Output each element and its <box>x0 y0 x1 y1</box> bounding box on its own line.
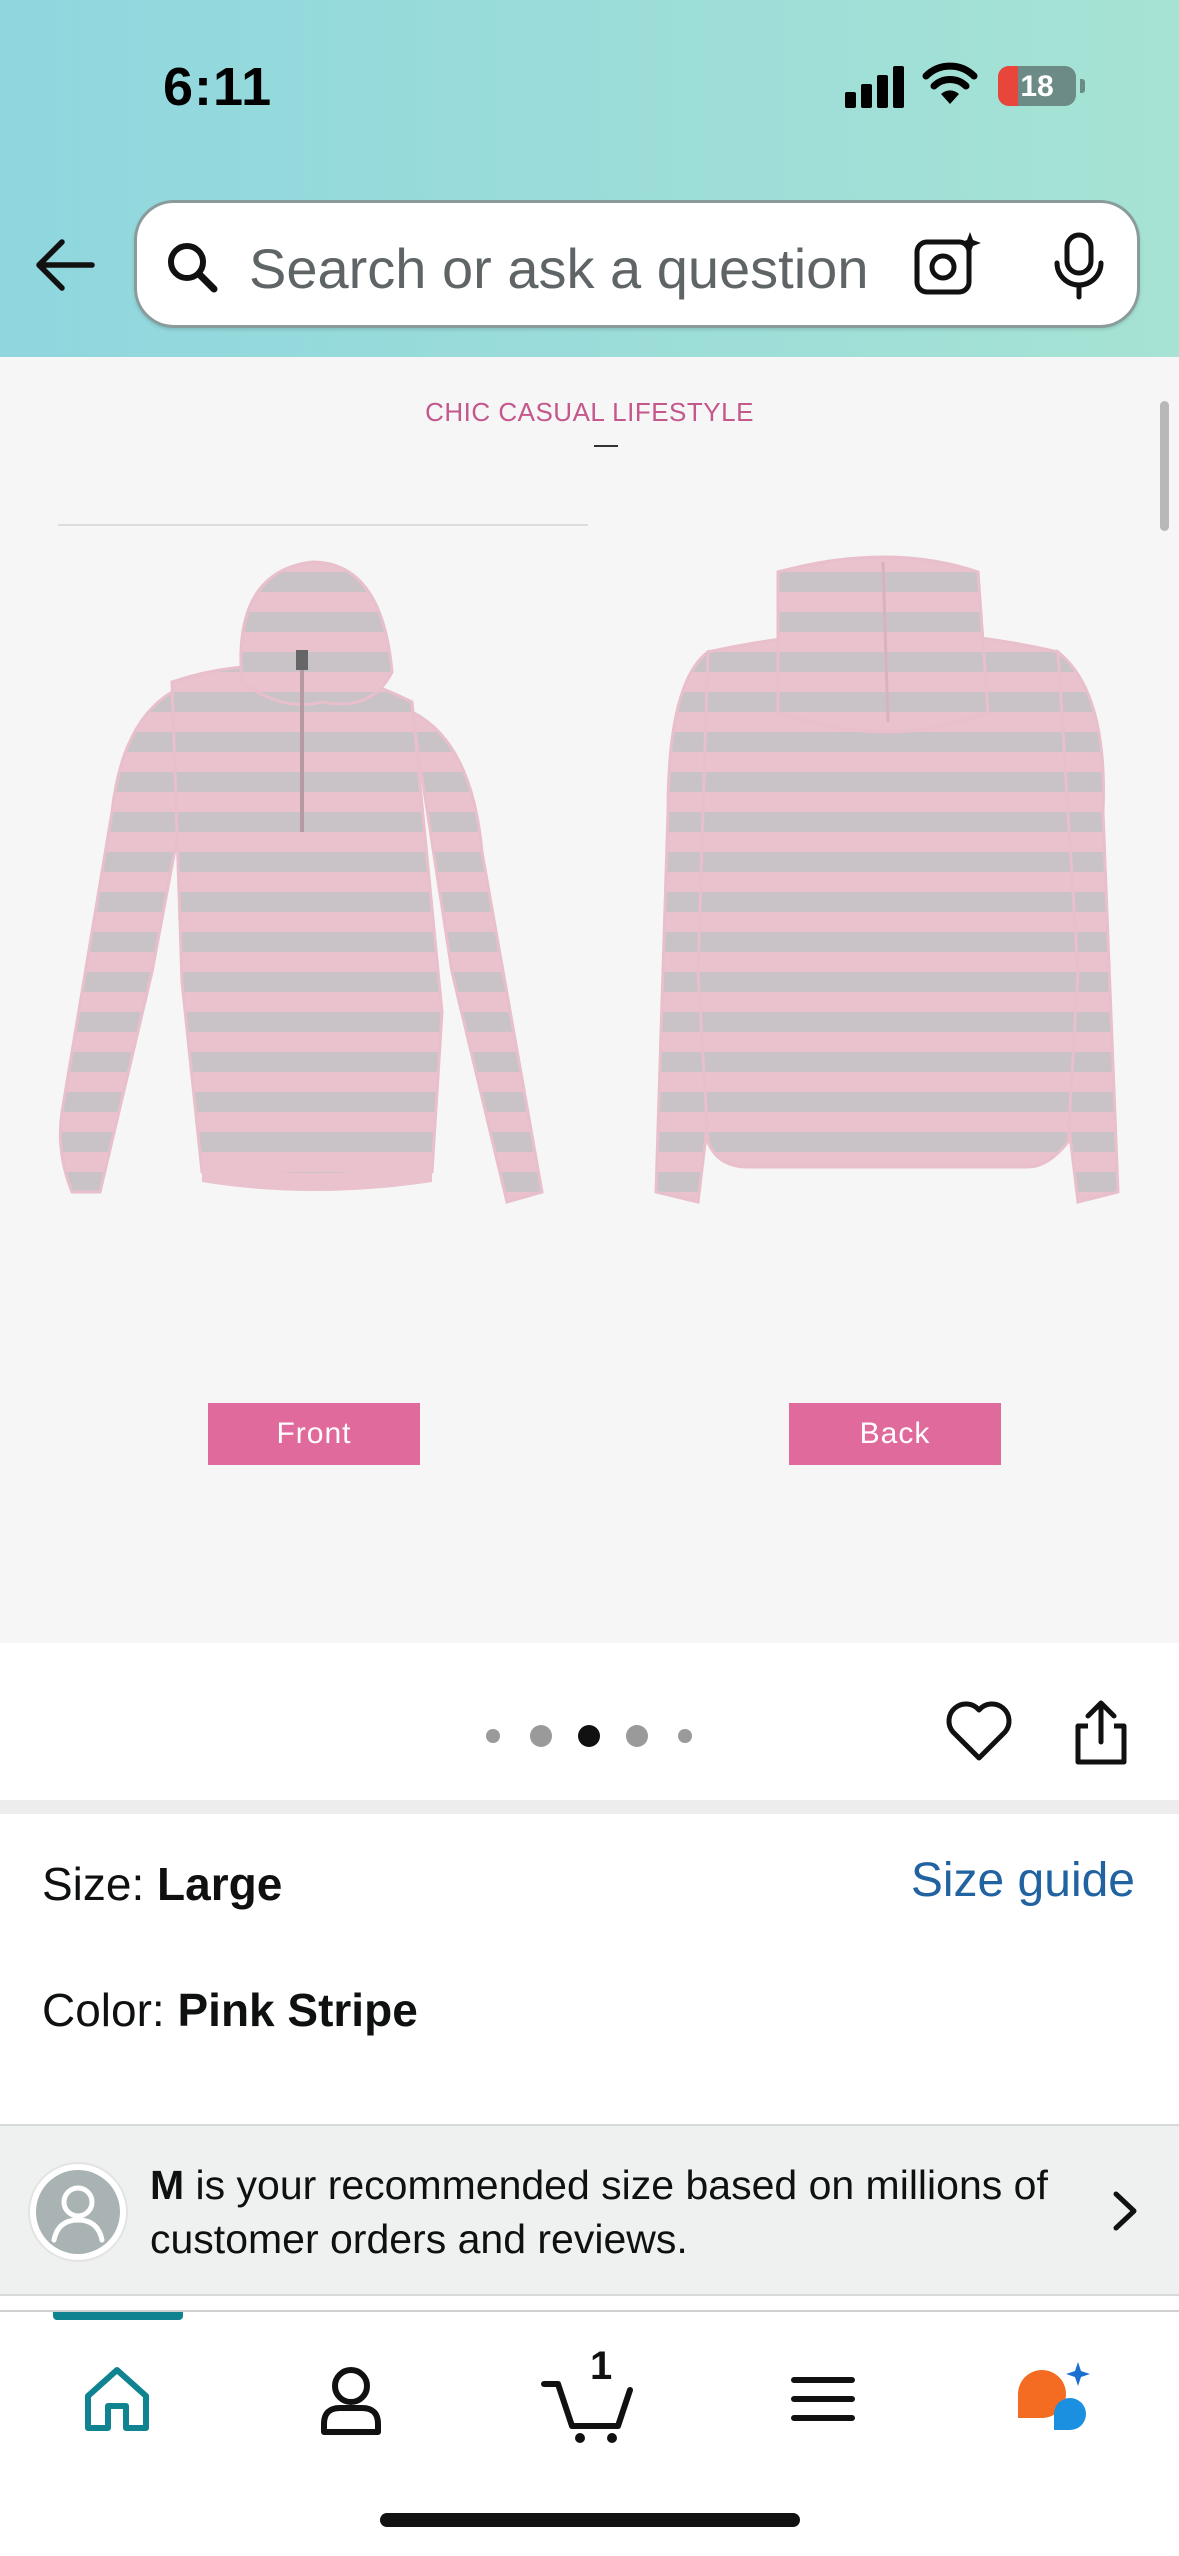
pagination-dot[interactable] <box>678 1729 692 1743</box>
nav-active-indicator <box>53 2312 183 2320</box>
size-value: Large <box>157 1858 283 1910</box>
color-selection: Color: Pink Stripe <box>42 1983 418 2037</box>
size-label: Size: <box>42 1858 158 1910</box>
camera-icon[interactable] <box>913 230 983 298</box>
hoodie-front-image <box>58 560 544 1204</box>
size-recommendation-banner[interactable]: M is your recommended size based on mill… <box>0 2124 1179 2296</box>
cellular-signal-icon <box>845 64 905 108</box>
search-icon <box>168 243 218 293</box>
pagination-dot-active[interactable] <box>578 1725 600 1747</box>
pagination-dot[interactable] <box>486 1729 500 1743</box>
section-divider <box>0 1800 1179 1814</box>
profile-icon <box>30 2164 126 2260</box>
color-value: Pink Stripe <box>177 1984 418 2036</box>
back-label: Back <box>789 1403 1001 1465</box>
color-label: Color: <box>42 1984 178 2036</box>
menu-icon[interactable] <box>778 2354 868 2444</box>
search-input[interactable]: Search or ask a question <box>249 236 949 300</box>
back-arrow-icon[interactable] <box>34 234 96 296</box>
microphone-icon[interactable] <box>1049 231 1109 301</box>
cart-count: 1 <box>590 2344 613 2388</box>
caption-dash <box>594 445 618 447</box>
battery-level: 18 <box>1020 70 1054 103</box>
image-pagination-dots[interactable] <box>480 1720 700 1750</box>
battery-indicator: 18 <box>998 66 1076 106</box>
battery-tip <box>1080 79 1085 93</box>
heart-icon[interactable] <box>945 1700 1013 1762</box>
account-icon[interactable] <box>306 2354 396 2444</box>
size-recommendation-text: M is your recommended size based on mill… <box>150 2158 1100 2266</box>
image-caption: CHIC CASUAL LIFESTYLE <box>425 397 754 427</box>
search-bar[interactable]: Search or ask a question <box>134 200 1140 328</box>
wifi-icon <box>922 62 978 104</box>
size-guide-link[interactable]: Size guide <box>911 1853 1135 1908</box>
recommended-size: M <box>150 2162 185 2208</box>
home-icon[interactable] <box>72 2354 162 2444</box>
status-time: 6:11 <box>163 57 273 117</box>
pagination-dot[interactable] <box>530 1725 552 1747</box>
hoodie-back-image <box>654 555 1120 1204</box>
chevron-right-icon[interactable] <box>1106 2188 1142 2234</box>
pagination-dot[interactable] <box>626 1725 648 1747</box>
front-label: Front <box>208 1403 420 1465</box>
image-divider <box>58 524 588 526</box>
rufus-ai-icon[interactable] <box>1008 2354 1098 2444</box>
header: 6:11 18 Search or ask a question <box>0 0 1179 357</box>
share-icon[interactable] <box>1070 1698 1132 1766</box>
recommendation-message: is your recommended size based on millio… <box>150 2162 1048 2262</box>
scroll-indicator <box>1160 401 1169 531</box>
product-image-carousel[interactable]: CHIC CASUAL LIFESTYLE Front Back <box>0 357 1179 1643</box>
home-indicator <box>380 2513 800 2527</box>
size-selection: Size: Large <box>42 1857 282 1911</box>
